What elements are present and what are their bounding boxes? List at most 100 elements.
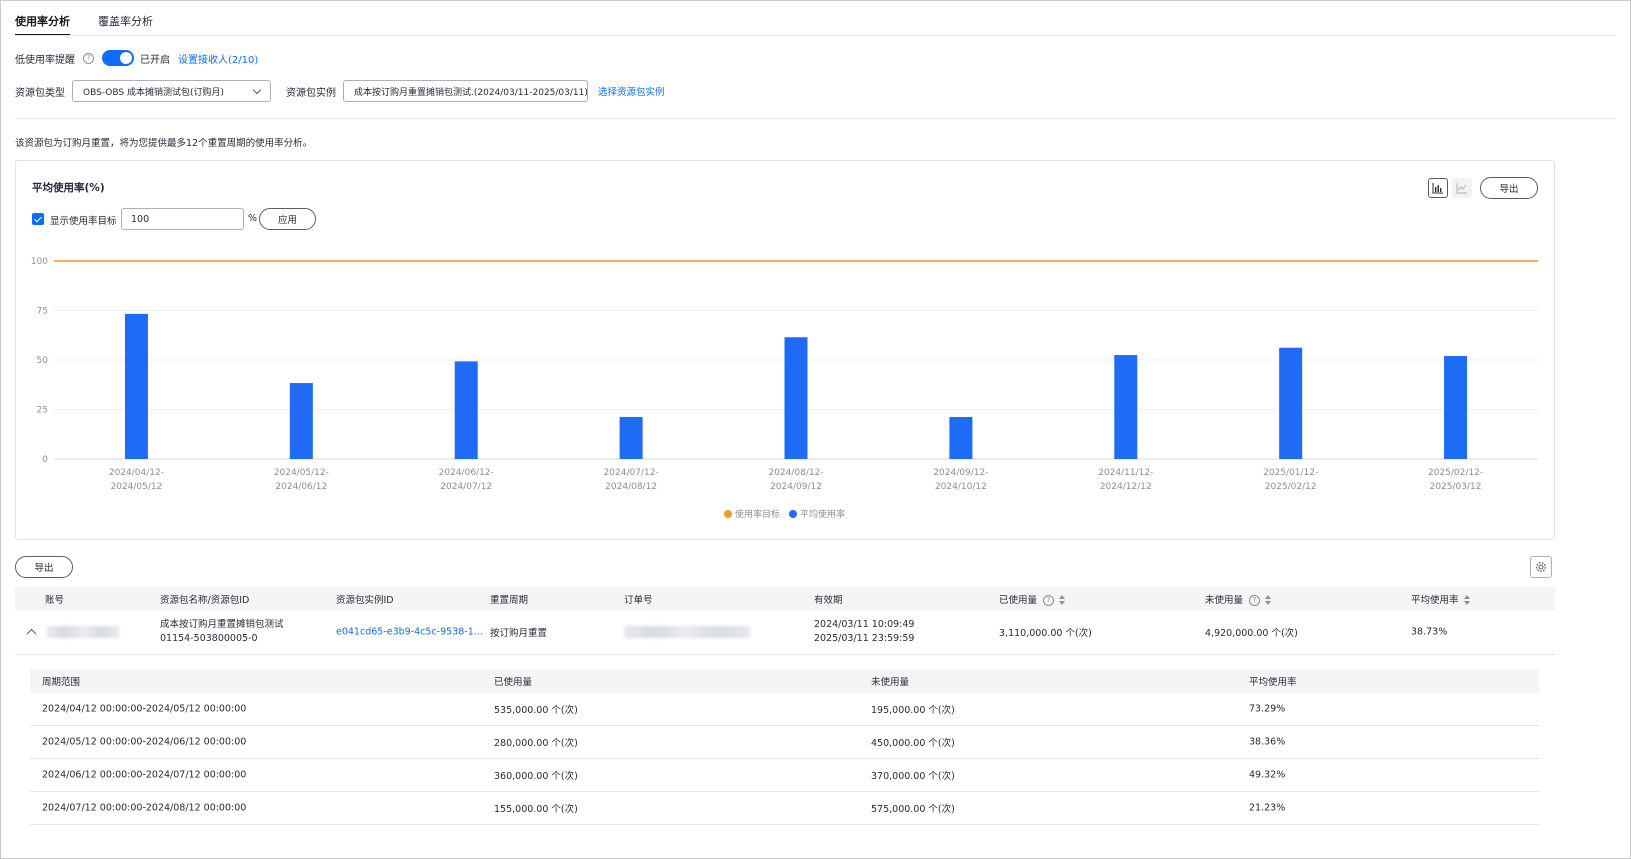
- tab-usage-analysis[interactable]: 使用率分析: [15, 10, 70, 36]
- x-tick-label: 2024/10/12: [935, 482, 987, 492]
- alert-status: 已开启: [140, 54, 170, 66]
- cycle-avg: 73.29%: [1249, 703, 1286, 715]
- package-table: 账号 资源包名称/资源包ID 资源包实例ID 重置周期 订单号 有效期 已使用量…: [15, 587, 1555, 655]
- x-tick-label: 2024/08/12: [605, 482, 657, 492]
- filter-divider: [15, 118, 1616, 119]
- avg-usage: 38.73%: [1411, 626, 1448, 638]
- cycle-avg: 49.32%: [1249, 769, 1286, 781]
- header-order-no: 订单号: [624, 594, 653, 606]
- bar: [1279, 347, 1303, 459]
- chevron-down-icon: [252, 85, 262, 95]
- select-instance-link[interactable]: 选择资源包实例: [598, 84, 665, 98]
- header-avg-usage[interactable]: 平均使用率: [1411, 592, 1470, 606]
- legend-label: 平均使用率: [800, 508, 845, 520]
- tab-bar: 使用率分析 覆盖率分析: [15, 10, 153, 36]
- package-instance-value: 成本按订购月重置摊销包测试.(2024/03/11-2025/03/11): [354, 87, 588, 98]
- package-name: 成本按订购月重置摊销包测试: [160, 619, 284, 630]
- package-id: 01154-503800005-0: [160, 633, 258, 644]
- x-tick-label: 2025/03/12: [1430, 482, 1482, 492]
- help-icon[interactable]: ?: [83, 52, 94, 64]
- sub-header-unused: 未使用量: [871, 677, 910, 688]
- header-account: 账号: [45, 594, 65, 606]
- help-icon[interactable]: ?: [1043, 594, 1055, 606]
- x-tick-label: 2024/07/12: [440, 482, 492, 492]
- cycle-used: 155,000.00 个(次): [494, 804, 578, 815]
- cycle-unused: 575,000.00 个(次): [871, 804, 955, 815]
- table-row: 2024/07/12 00:00:00-2024/08/12 00:00:00 …: [30, 792, 1539, 825]
- header-unused[interactable]: 未使用量?: [1205, 592, 1272, 606]
- help-icon[interactable]: ?: [1249, 594, 1261, 606]
- x-tick-label: 2025/02/12: [1265, 482, 1317, 492]
- y-tick-label: 0: [42, 455, 48, 465]
- package-type-select[interactable]: OBS-OBS 成本摊销测试包(订购月): [72, 80, 271, 102]
- x-tick-label: 2024/08/12-: [768, 468, 823, 478]
- sort-icon[interactable]: [1058, 595, 1066, 605]
- table-row: 2024/06/12 00:00:00-2024/07/12 00:00:00 …: [30, 759, 1539, 792]
- table-row: 2024/05/12 00:00:00-2024/06/12 00:00:00 …: [30, 726, 1539, 759]
- x-tick-label: 2024/07/12-: [604, 468, 659, 478]
- legend-marker: [789, 510, 797, 518]
- analysis-note: 该资源包为订购月重置，将为您提供最多12个重置周期的使用率分析。: [15, 138, 313, 149]
- filter-row: 资源包类型 OBS-OBS 成本摊销测试包(订购月) 资源包实例 成本按订购月重…: [15, 80, 665, 102]
- legend-label: 使用率目标: [735, 508, 780, 520]
- valid-from: 2024/03/11 10:09:49: [814, 619, 915, 630]
- header-used[interactable]: 已使用量?: [999, 592, 1066, 606]
- sub-header-avg: 平均使用率: [1249, 677, 1297, 688]
- chevron-up-icon[interactable]: [26, 628, 37, 639]
- order-no-redacted: [624, 626, 750, 638]
- y-tick-label: 75: [37, 307, 48, 317]
- set-recipients-link[interactable]: 设置接收人(2/10): [178, 51, 258, 66]
- reset-cycle: 按订购月重置: [490, 628, 548, 639]
- bar: [1114, 355, 1138, 459]
- x-tick-label: 2024/12/12: [1100, 482, 1152, 492]
- unused-amount: 4,920,000.00 个(次): [1205, 628, 1298, 639]
- x-tick-label: 2024/05/12: [111, 482, 163, 492]
- header-used-label: 已使用量: [999, 594, 1038, 606]
- cycle-range: 2024/06/12 00:00:00-2024/07/12 00:00:00: [42, 769, 247, 781]
- bar: [619, 416, 643, 459]
- package-type-value: OBS-OBS 成本摊销测试包(订购月): [83, 87, 225, 98]
- bar: [454, 361, 478, 459]
- cycle-range: 2024/04/12 00:00:00-2024/05/12 00:00:00: [42, 703, 247, 715]
- header-package-name: 资源包名称/资源包ID: [160, 594, 250, 606]
- cycle-range: 2024/07/12 00:00:00-2024/08/12 00:00:00: [42, 802, 247, 814]
- legend-marker: [724, 510, 732, 518]
- cycle-unused: 195,000.00 个(次): [871, 705, 955, 716]
- account-redacted: [47, 626, 119, 638]
- subtable-header: 周期范围 已使用量 未使用量 平均使用率: [30, 669, 1539, 693]
- table-row: 成本按订购月重置摊销包测试 01154-503800005-0 e041cd65…: [15, 610, 1555, 655]
- table-header: 账号 资源包名称/资源包ID 资源包实例ID 重置周期 订单号 有效期 已使用量…: [15, 587, 1555, 610]
- validity-cell: 2024/03/11 10:09:49 2025/03/11 23:59:59: [814, 618, 914, 646]
- bar: [1444, 356, 1468, 459]
- sub-header-range: 周期范围: [42, 677, 81, 688]
- y-tick-label: 25: [37, 406, 48, 416]
- cycle-used: 535,000.00 个(次): [494, 705, 578, 716]
- cycle-avg: 21.23%: [1249, 802, 1286, 814]
- x-tick-label: 2024/05/12-: [274, 468, 329, 478]
- bar: [949, 417, 973, 459]
- package-type-label: 资源包类型: [15, 87, 65, 99]
- cycle-used: 280,000.00 个(次): [494, 738, 578, 749]
- low-usage-alert-label: 低使用率提醒: [15, 54, 75, 66]
- package-instance-field[interactable]: 成本按订购月重置摊销包测试.(2024/03/11-2025/03/11): [343, 80, 588, 102]
- cycle-avg: 38.36%: [1249, 736, 1286, 748]
- tabs-divider: [15, 35, 1616, 36]
- y-tick-label: 50: [37, 356, 49, 366]
- tab-coverage-analysis[interactable]: 覆盖率分析: [98, 10, 153, 36]
- sort-icon[interactable]: [1264, 595, 1272, 605]
- x-tick-label: 2024/09/12: [770, 482, 822, 492]
- header-validity: 有效期: [814, 594, 843, 606]
- instance-id-link[interactable]: e041cd65-e3b9-4c5c-9538-1...: [336, 627, 483, 638]
- x-tick-label: 2024/06/12-: [439, 468, 494, 478]
- low-usage-alert-row: 低使用率提醒 ? 已开启 设置接收人(2/10): [15, 50, 258, 66]
- sort-icon[interactable]: [1463, 595, 1470, 605]
- header-instance-id: 资源包实例ID: [336, 594, 394, 606]
- alert-toggle[interactable]: [102, 50, 134, 66]
- x-tick-label: 2024/09/12-: [933, 468, 988, 478]
- x-tick-label: 2024/04/12-: [109, 468, 164, 478]
- cycle-range: 2024/05/12 00:00:00-2024/06/12 00:00:00: [42, 736, 247, 748]
- gear-icon[interactable]: [1530, 556, 1552, 578]
- valid-to: 2025/03/11 23:59:59: [814, 633, 915, 644]
- table-export-button[interactable]: 导出: [15, 556, 73, 578]
- header-unused-label: 未使用量: [1205, 594, 1244, 606]
